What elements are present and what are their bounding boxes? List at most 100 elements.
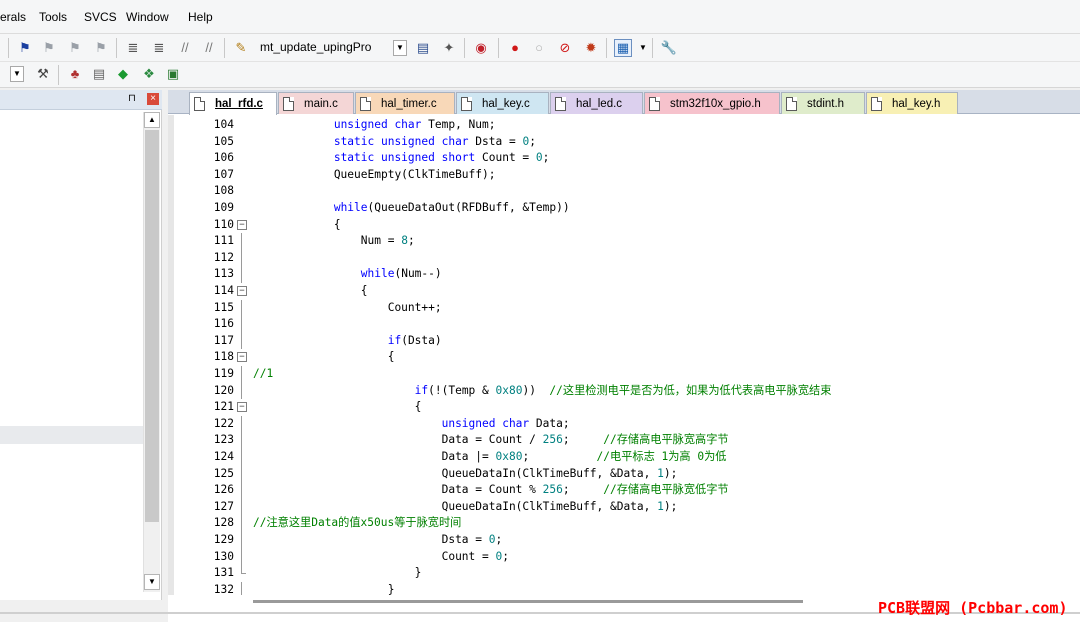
- code-text: while(Num--): [253, 266, 442, 283]
- code-keyword: unsigned char: [333, 118, 422, 131]
- line-number: 105: [213, 134, 234, 148]
- file-icon: [461, 96, 472, 111]
- tab-hal-timer-c[interactable]: hal_timer.c: [355, 92, 455, 114]
- target-name[interactable]: mt_update_upingPro: [260, 40, 371, 54]
- code-line[interactable]: 122 unsigned char Data;: [168, 415, 1080, 433]
- tab-main-c[interactable]: main.c: [278, 92, 354, 114]
- code-line[interactable]: 120 if(!(Temp & 0x80)) //这里检测电平是否为低，如果为低…: [168, 382, 1080, 400]
- toolbar-separator: [224, 38, 225, 58]
- file-extensions-icon[interactable]: ▤: [90, 65, 108, 83]
- config-chevron-down-icon[interactable]: ▼: [10, 66, 24, 82]
- code-line[interactable]: 127 QueueDataIn(ClkTimeBuff, &Data, 1);: [168, 498, 1080, 516]
- tab-hal-rfd-c[interactable]: hal_rfd.c: [189, 92, 277, 115]
- toolbar-separator: [8, 38, 9, 58]
- bookmark-icon[interactable]: ⚑: [16, 39, 34, 57]
- tab-hal-led-c[interactable]: hal_led.c: [550, 92, 643, 114]
- code-line[interactable]: 129 Dsta = 0;: [168, 532, 1080, 549]
- code-line[interactable]: 110− {: [168, 217, 1080, 234]
- code-line[interactable]: 109 while(QueueDataOut(RFDBuff, &Temp)): [168, 200, 1080, 217]
- code-token: QueueDataIn(ClkTimeBuff, &Data,: [253, 499, 658, 513]
- scroll-up-icon[interactable]: ▲: [144, 112, 160, 128]
- fold-collapse-icon[interactable]: −: [237, 352, 247, 363]
- code-line[interactable]: 115 Count++;: [168, 299, 1080, 317]
- insert-breakpoint-icon[interactable]: ●: [506, 39, 524, 57]
- prev-bookmark-icon[interactable]: ⚑: [40, 39, 58, 57]
- select-packs-icon[interactable]: ❖: [140, 65, 158, 83]
- scrollbar-thumb[interactable]: [145, 130, 159, 522]
- run-time-environment-icon[interactable]: ▣: [164, 65, 182, 83]
- code-token: Dsta =: [468, 134, 523, 148]
- fold-guide: [241, 266, 242, 283]
- menu-window[interactable]: Window: [126, 10, 169, 24]
- code-line[interactable]: 128 //注意这里Data的值x50us等于脉宽时间: [168, 515, 1080, 532]
- close-icon[interactable]: ×: [147, 93, 159, 105]
- project-pane-scrollbar[interactable]: ▲ ▼: [143, 112, 160, 592]
- code-line[interactable]: 114− {: [168, 283, 1080, 300]
- code-line[interactable]: 125 QueueDataIn(ClkTimeBuff, &Data, 1);: [168, 465, 1080, 483]
- incremental-find-icon[interactable]: ✦: [440, 39, 458, 57]
- code-line[interactable]: 104 unsigned char Temp, Num;: [168, 117, 1080, 134]
- configure-wrench-icon[interactable]: 🔧: [660, 39, 678, 57]
- code-number: 256: [542, 433, 563, 447]
- code-line[interactable]: 105 static unsigned char Dsta = 0;: [168, 134, 1080, 151]
- scroll-down-icon[interactable]: ▼: [144, 574, 160, 590]
- code-line[interactable]: 126 Data = Count % 256; //存储高电平脉宽低字节: [168, 482, 1080, 499]
- pack-installer-icon[interactable]: ◆: [114, 65, 132, 83]
- code-line[interactable]: 113 while(Num--): [168, 266, 1080, 283]
- kill-breakpoints-icon[interactable]: ✹: [582, 39, 600, 57]
- code-line[interactable]: 124 Data |= 0x80; //电平标志 1为高 0为低: [168, 449, 1080, 466]
- code-line[interactable]: 131 }: [168, 565, 1080, 582]
- code-line[interactable]: 130 Count = 0;: [168, 548, 1080, 566]
- menu-tools[interactable]: Tools: [39, 10, 67, 24]
- fold-collapse-icon[interactable]: −: [237, 219, 247, 230]
- unindent-icon[interactable]: ≣: [150, 39, 168, 57]
- code-line[interactable]: 119 //1: [168, 366, 1080, 383]
- code-line[interactable]: 107 QueueEmpty(ClkTimeBuff);: [168, 167, 1080, 184]
- debug-start-icon[interactable]: ◉: [472, 39, 490, 57]
- line-number: 122: [213, 416, 234, 430]
- code-line[interactable]: 116: [168, 316, 1080, 333]
- code-number: 1: [657, 499, 664, 513]
- code-line[interactable]: 117 if(Dsta): [168, 332, 1080, 350]
- enable-breakpoint-icon[interactable]: ○: [530, 39, 548, 57]
- target-dropdown-chevron-down-icon[interactable]: ▼: [393, 40, 407, 56]
- find-icon[interactable]: ▤: [414, 39, 432, 57]
- disable-breakpoints-icon[interactable]: ⊘: [556, 39, 574, 57]
- tab-hal-key-h[interactable]: hal_key.h: [866, 92, 958, 114]
- indent-icon[interactable]: ≣: [124, 39, 142, 57]
- tab-stdint-h[interactable]: stdint.h: [781, 92, 865, 114]
- fold-collapse-icon[interactable]: −: [237, 286, 247, 296]
- fold-collapse-icon[interactable]: −: [237, 402, 247, 413]
- options-magic-wand-icon[interactable]: ⚒: [34, 65, 52, 83]
- tab-hal-key-c[interactable]: hal_key.c: [456, 92, 549, 114]
- horizontal-scrollbar[interactable]: [253, 600, 803, 603]
- layout-chevron-down-icon[interactable]: ▼: [634, 39, 652, 57]
- find-in-files-icon[interactable]: ✎: [232, 39, 250, 57]
- code-line[interactable]: 111 Num = 8;: [168, 233, 1080, 250]
- code-keyword: while: [333, 201, 368, 214]
- code-line[interactable]: 118− {: [168, 349, 1080, 366]
- next-bookmark-icon[interactable]: ⚑: [66, 39, 84, 57]
- manage-components-icon[interactable]: ♣: [66, 65, 84, 83]
- menu-svcs[interactable]: SVCS: [84, 10, 117, 24]
- uncomment-icon[interactable]: //: [200, 39, 218, 57]
- code-line[interactable]: 132 }: [168, 581, 1080, 595]
- code-number: 256: [542, 483, 563, 497]
- code-line[interactable]: 106 static unsigned short Count = 0;: [168, 150, 1080, 167]
- window-layout-icon[interactable]: ▦: [614, 39, 632, 57]
- comment-icon[interactable]: //: [176, 39, 194, 57]
- pin-icon[interactable]: ⊓: [128, 93, 136, 104]
- menu-peripherals[interactable]: erals: [0, 10, 26, 24]
- clear-bookmarks-icon[interactable]: ⚑: [92, 39, 110, 57]
- code-area[interactable]: 104 unsigned char Temp, Num; 105 static u…: [168, 115, 1080, 595]
- file-icon: [555, 96, 566, 111]
- code-line[interactable]: 108: [168, 183, 1080, 200]
- selected-row[interactable]: [0, 426, 143, 444]
- code-line[interactable]: 112: [168, 249, 1080, 267]
- code-line[interactable]: 121− {: [168, 399, 1080, 416]
- code-text: Data |= 0x80; //电平标志 1为高 0为低: [253, 449, 727, 466]
- code-keyword: if: [414, 383, 429, 397]
- tab-stm32f10x-gpio-h[interactable]: stm32f10x_gpio.h: [644, 92, 780, 114]
- code-line[interactable]: 123 Data = Count / 256; //存储高电平脉宽高字节: [168, 432, 1080, 449]
- menu-help[interactable]: Help: [188, 10, 213, 24]
